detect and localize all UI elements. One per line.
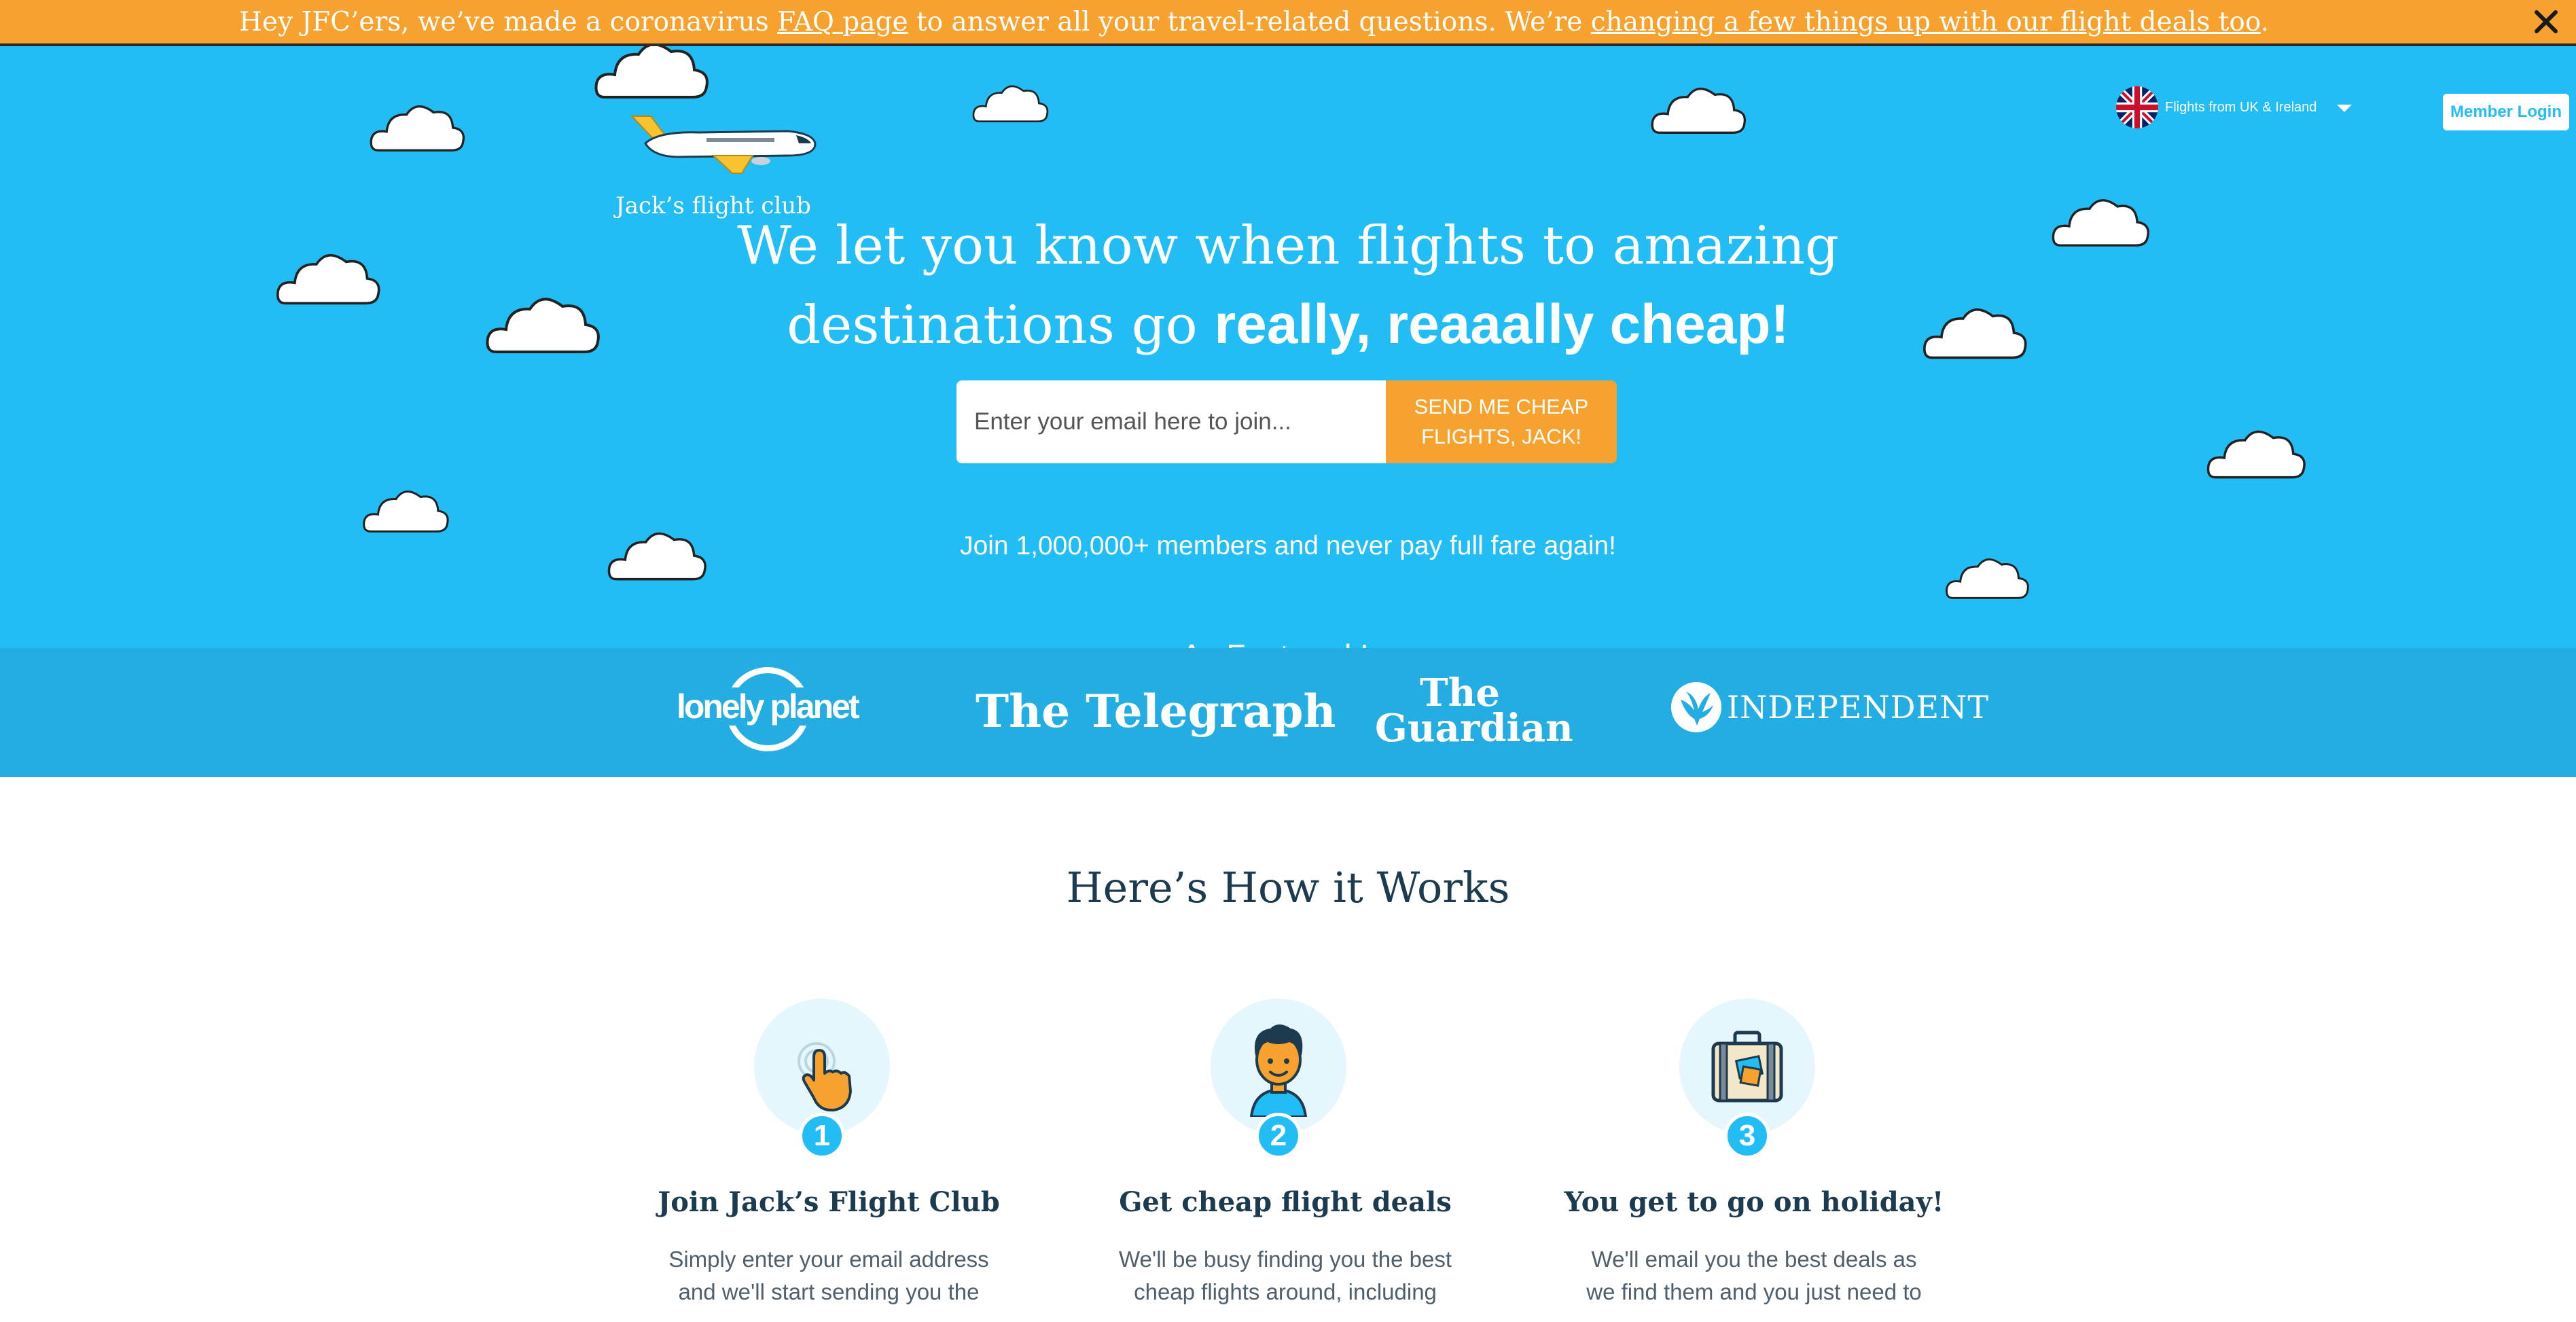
hero-headline: We let you know when flights to amazing … xyxy=(611,207,1965,365)
how-it-works-title: Here’s How it Works xyxy=(1066,863,1510,912)
eagle-icon xyxy=(1671,682,1721,732)
step-number-badge: 3 xyxy=(1724,1113,1770,1159)
guardian-logo: The Guardian xyxy=(1375,674,1573,751)
cloud-icon xyxy=(370,105,465,151)
site-logo[interactable]: Jack’s flight club xyxy=(598,90,829,226)
cloud-icon xyxy=(1651,88,1747,134)
step-description: We'll be busy finding you the best cheap… xyxy=(1119,1247,1452,1304)
banner-text-3: . xyxy=(2260,7,2270,37)
faq-link[interactable]: FAQ page xyxy=(777,7,908,37)
guardian-line-2: Guardian xyxy=(1375,706,1573,751)
headline-line-2: destinations go really, reaaally cheap! xyxy=(611,285,1965,365)
region-selector[interactable]: Flights from UK & Ireland xyxy=(2116,86,2353,129)
banner-text-1: Hey JFC’ers, we’ve made a coronavirus xyxy=(238,7,778,37)
independent-text: INDEPENDENT xyxy=(1727,689,1990,726)
cloud-icon xyxy=(2052,199,2149,247)
email-field[interactable] xyxy=(956,380,1386,463)
lonely-planet-text: lonely planet xyxy=(677,687,860,726)
step-description: Simply enter your email address and we'l… xyxy=(668,1247,989,1304)
hero-section: Jack’s flight club Flights from UK & Ire… xyxy=(0,46,2576,648)
region-label: Flights from UK & Ireland xyxy=(2165,99,2317,115)
airplane-icon xyxy=(630,115,817,174)
headline-line-2-regular: destinations go xyxy=(787,295,1215,356)
uk-flag-icon xyxy=(2116,86,2158,128)
step-title: Join Jack’s Flight Club xyxy=(658,1186,1000,1218)
flight-deals-changes-link[interactable]: changing a few things up with our flight… xyxy=(1591,7,2261,37)
featured-in-label: As Featured In: xyxy=(611,637,1965,648)
announcement-banner: Hey JFC’ers, we’ve made a coronavirus FA… xyxy=(0,0,2576,46)
person-avatar-icon xyxy=(1249,1024,1308,1117)
signup-form: SEND ME CHEAP FLIGHTS, JACK! xyxy=(956,380,1617,463)
press-logos-strip: lonely planet The Telegraph The Guardian… xyxy=(0,648,2576,777)
chevron-down-icon xyxy=(2337,104,2353,112)
suitcase-icon xyxy=(1711,1031,1783,1103)
cloud-icon xyxy=(972,85,1049,122)
cloud-icon xyxy=(276,254,380,305)
cloud-icon xyxy=(486,298,600,353)
telegraph-logo: The Telegraph xyxy=(976,685,1336,738)
headline-line-1: We let you know when flights to amazing xyxy=(737,215,1839,276)
headline-line-2-bold: really, reaaally cheap! xyxy=(1214,293,1789,355)
step-title: You get to go on holiday! xyxy=(1564,1186,1944,1218)
step-title: Get cheap flight deals xyxy=(1119,1186,1452,1218)
independent-logo: INDEPENDENT xyxy=(1671,682,1989,732)
join-tagline: Join 1,000,000+ members and never pay fu… xyxy=(960,531,1616,560)
close-icon[interactable] xyxy=(2531,7,2561,37)
lonely-planet-logo: lonely planet xyxy=(677,667,860,755)
step-number-badge: 1 xyxy=(799,1113,845,1159)
cloud-icon xyxy=(2206,430,2306,479)
step-number-badge: 2 xyxy=(1255,1113,1302,1159)
banner-text: Hey JFC’ers, we’ve made a coronavirus FA… xyxy=(0,0,2508,43)
signup-button[interactable]: SEND ME CHEAP FLIGHTS, JACK! xyxy=(1386,380,1617,463)
cloud-icon xyxy=(363,490,449,533)
step-description: We'll email you the best deals as we fin… xyxy=(1586,1247,1922,1304)
member-login-button[interactable]: Member Login xyxy=(2443,94,2569,130)
tap-hand-icon xyxy=(798,1042,852,1112)
banner-text-2: to answer all your travel-related questi… xyxy=(908,7,1591,37)
